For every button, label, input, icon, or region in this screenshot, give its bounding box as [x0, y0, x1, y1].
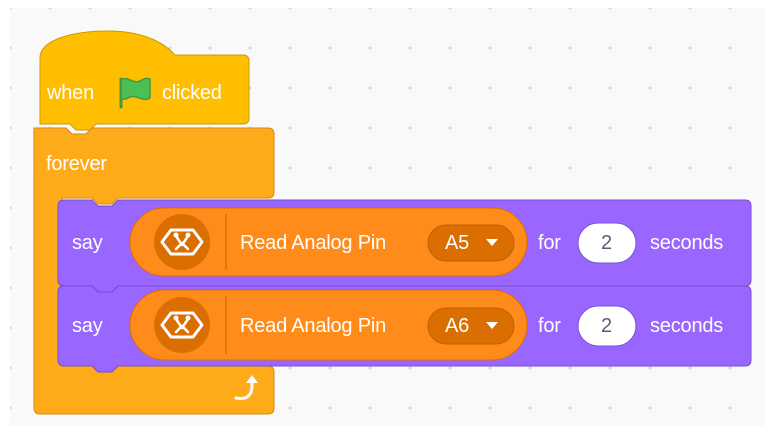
arduino-extension-icon	[154, 214, 210, 270]
when-label: when	[47, 82, 95, 104]
reporter-label: Read Analog Pin	[240, 315, 387, 337]
pin-dropdown-2[interactable]	[427, 307, 515, 345]
say-label: say	[72, 232, 103, 254]
for-label: for	[538, 315, 561, 337]
arduino-extension-icon	[154, 297, 210, 353]
reporter-label: Read Analog Pin	[240, 232, 387, 254]
script-stack	[33, 30, 752, 415]
say-label: say	[72, 315, 103, 337]
seconds-label: seconds	[650, 315, 724, 337]
duration-value: 2	[601, 232, 612, 254]
for-label: for	[538, 232, 561, 254]
seconds-label: seconds	[650, 232, 724, 254]
pin-value: A6	[445, 315, 470, 337]
forever-label: forever	[46, 153, 107, 175]
pin-value: A5	[445, 232, 470, 254]
duration-value: 2	[601, 315, 612, 337]
clicked-label: clicked	[162, 82, 222, 104]
pin-dropdown-1[interactable]	[427, 224, 515, 262]
